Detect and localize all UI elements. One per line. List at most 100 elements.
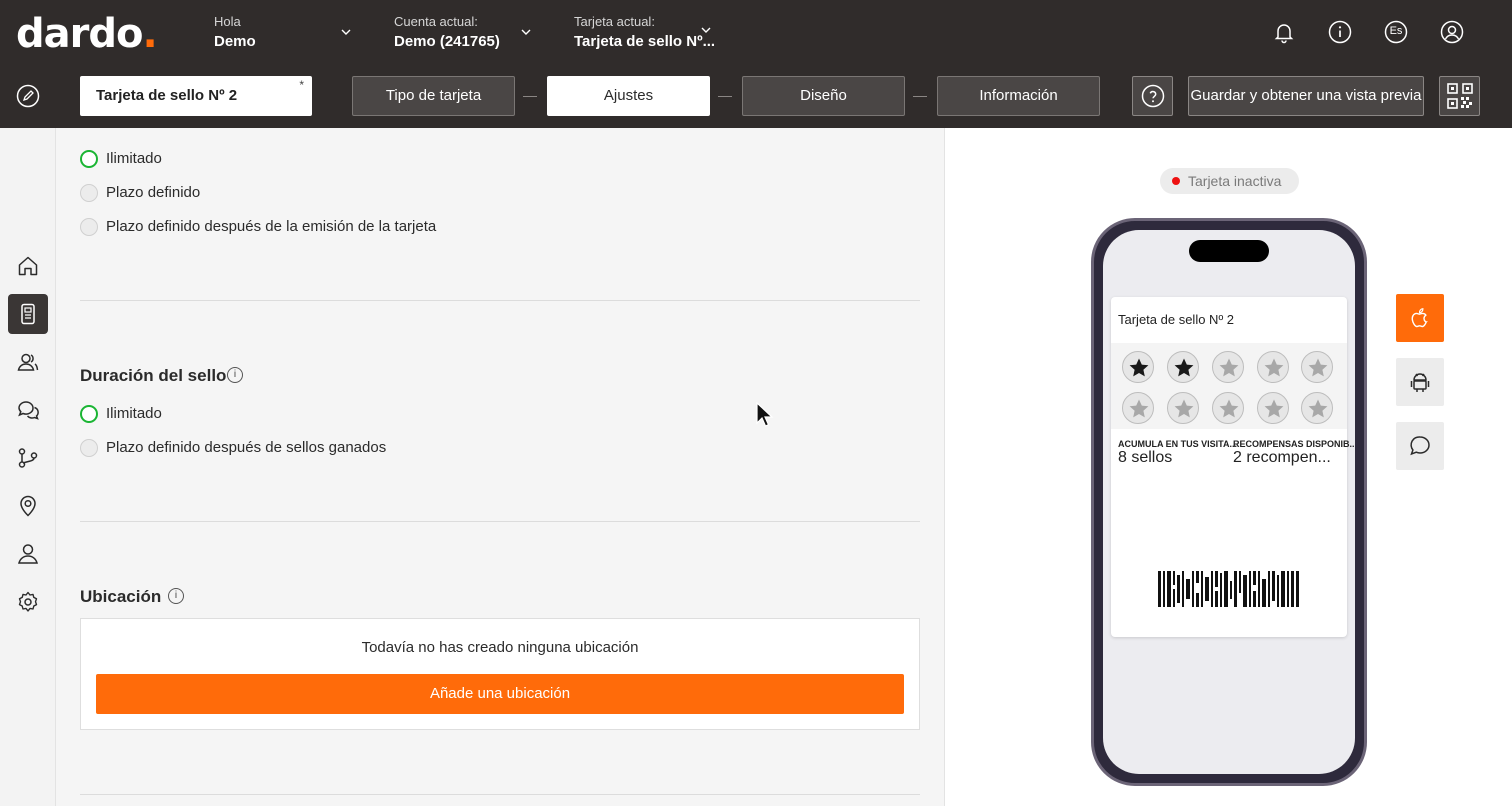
radio-label: Plazo definido xyxy=(106,184,201,201)
chevron-down-icon xyxy=(521,29,531,35)
location-box: Todavía no has creado ninguna ubicación … xyxy=(80,618,920,730)
location-title: Ubicación xyxy=(80,587,162,606)
info-icon[interactable] xyxy=(1328,20,1352,44)
pass-title: Tarjeta de sello Nº 2 xyxy=(1118,312,1235,327)
card-dropdown[interactable]: Tarjeta actual: Tarjeta de sello Nº... xyxy=(574,14,720,54)
settings-content: Ilimitado Plazo definido Plazo definido … xyxy=(56,128,944,806)
step-settings[interactable]: Ajustes xyxy=(547,76,710,116)
customers-icon xyxy=(17,353,39,371)
phone-mockup: Tarjeta de sello Nº 2 ACUMULA EN TUS VIS… xyxy=(1091,218,1367,786)
add-location-button[interactable]: Añade una ubicación xyxy=(96,674,904,714)
star-icon xyxy=(1174,358,1194,377)
step-information[interactable]: Información xyxy=(937,76,1100,116)
stamp-empty xyxy=(1257,392,1289,424)
nav-customers[interactable] xyxy=(8,342,48,382)
nav-managers[interactable] xyxy=(8,534,48,574)
pass-field-value: 2 recompen... xyxy=(1233,449,1331,466)
step-separator xyxy=(523,96,537,97)
apple-wallet-button[interactable] xyxy=(1396,294,1444,342)
account-label: Cuenta actual: xyxy=(394,14,478,29)
nav-settings[interactable] xyxy=(8,582,48,622)
account-dropdown[interactable]: Cuenta actual: Demo (241765) xyxy=(394,14,534,54)
radio-button[interactable] xyxy=(80,184,98,202)
status-text: Tarjeta inactiva xyxy=(1188,173,1282,189)
status-badge: Tarjeta inactiva xyxy=(1160,168,1299,194)
step-separator xyxy=(913,96,927,97)
radio-button[interactable] xyxy=(80,150,98,168)
step-separator xyxy=(718,96,732,97)
pass-field-value: 8 sellos xyxy=(1118,449,1173,466)
radio-label: Plazo definido después de la emisión de … xyxy=(106,218,437,235)
location-empty-text: Todavía no has creado ninguna ubicación xyxy=(361,639,639,656)
save-preview-button[interactable]: Guardar y obtener una vista previa xyxy=(1188,76,1424,116)
edit-icon[interactable] xyxy=(16,84,40,108)
wallet-pass: Tarjeta de sello Nº 2 ACUMULA EN TUS VIS… xyxy=(1111,297,1355,637)
stamp-grid xyxy=(1111,343,1347,429)
qr-code-button[interactable] xyxy=(1439,76,1480,116)
android-icon xyxy=(1410,373,1430,392)
side-navigation xyxy=(0,128,56,806)
chat-icon xyxy=(1410,436,1430,456)
barcode xyxy=(1158,571,1299,607)
phone-screen: Tarjeta de sello Nº 2 ACUMULA EN TUS VIS… xyxy=(1103,230,1355,774)
card-name-value: Tarjeta de sello Nº 2 xyxy=(96,87,238,104)
section-divider xyxy=(80,521,920,522)
star-icon xyxy=(1308,358,1328,377)
stamp-empty xyxy=(1167,392,1199,424)
info-icon[interactable]: i xyxy=(168,588,184,604)
radio-button[interactable] xyxy=(80,218,98,236)
info-icon[interactable]: i xyxy=(227,367,243,383)
stamp-duration-title: Duración del sello xyxy=(80,366,227,385)
card-name-input[interactable]: Tarjeta de sello Nº 2 * xyxy=(80,76,312,116)
stamp-empty xyxy=(1212,392,1244,424)
step-design[interactable]: Diseño xyxy=(742,76,905,116)
greeting-name: Demo xyxy=(214,33,256,50)
dardo-logo[interactable]: dardo. xyxy=(16,12,158,56)
nav-home[interactable] xyxy=(8,246,48,286)
radio-button[interactable] xyxy=(80,405,98,423)
section-divider xyxy=(80,794,920,795)
nav-locations[interactable] xyxy=(8,486,48,526)
star-icon xyxy=(1174,399,1194,418)
star-icon xyxy=(1308,399,1328,418)
message-preview-button[interactable] xyxy=(1396,422,1444,470)
language-icon[interactable]: Es xyxy=(1384,20,1408,44)
nav-cards[interactable] xyxy=(8,294,48,334)
star-icon xyxy=(1219,358,1239,377)
stamp-empty xyxy=(1301,392,1333,424)
language-code: Es xyxy=(1389,25,1403,37)
settings-icon xyxy=(18,591,38,612)
radio-button[interactable] xyxy=(80,439,98,457)
greeting-dropdown[interactable]: Hola Demo xyxy=(214,14,354,54)
android-wallet-button[interactable] xyxy=(1396,358,1444,406)
card-label: Tarjeta actual: xyxy=(574,14,655,29)
apple-icon xyxy=(1411,308,1428,328)
radio-label: Plazo definido después de sellos ganados xyxy=(106,439,387,456)
stamp-filled xyxy=(1122,351,1154,383)
stamp-empty xyxy=(1212,351,1244,383)
bell-icon[interactable] xyxy=(1272,20,1296,44)
top-bar: dardo. Hola Demo Cuenta actual: Demo (24… xyxy=(0,0,1512,64)
pass-field-label: ACUMULA EN TUS VISITA... xyxy=(1118,439,1237,449)
chevron-down-icon xyxy=(701,27,711,33)
step-card-type[interactable]: Tipo de tarjeta xyxy=(352,76,515,116)
card-value: Tarjeta de sello Nº... xyxy=(574,33,716,50)
nav-messages[interactable] xyxy=(8,390,48,430)
card-preview-panel: Tarjeta inactiva Tarjeta de sello Nº 2 A… xyxy=(944,128,1512,806)
nav-automation[interactable] xyxy=(8,438,48,478)
star-icon xyxy=(1219,399,1239,418)
managers-icon xyxy=(18,544,38,564)
chevron-down-icon xyxy=(341,29,351,35)
user-icon[interactable] xyxy=(1440,20,1464,44)
qr-code-icon xyxy=(1447,83,1473,109)
section-divider xyxy=(80,300,920,301)
star-icon xyxy=(1264,358,1284,377)
stamp-empty xyxy=(1257,351,1289,383)
home-icon xyxy=(18,256,38,276)
status-dot xyxy=(1172,177,1180,185)
dynamic-island xyxy=(1189,240,1269,262)
pass-field-label: RECOMPENSAS DISPONIB... xyxy=(1233,439,1355,449)
help-button[interactable] xyxy=(1132,76,1173,116)
star-icon xyxy=(1129,358,1149,377)
automation-icon xyxy=(18,448,38,468)
